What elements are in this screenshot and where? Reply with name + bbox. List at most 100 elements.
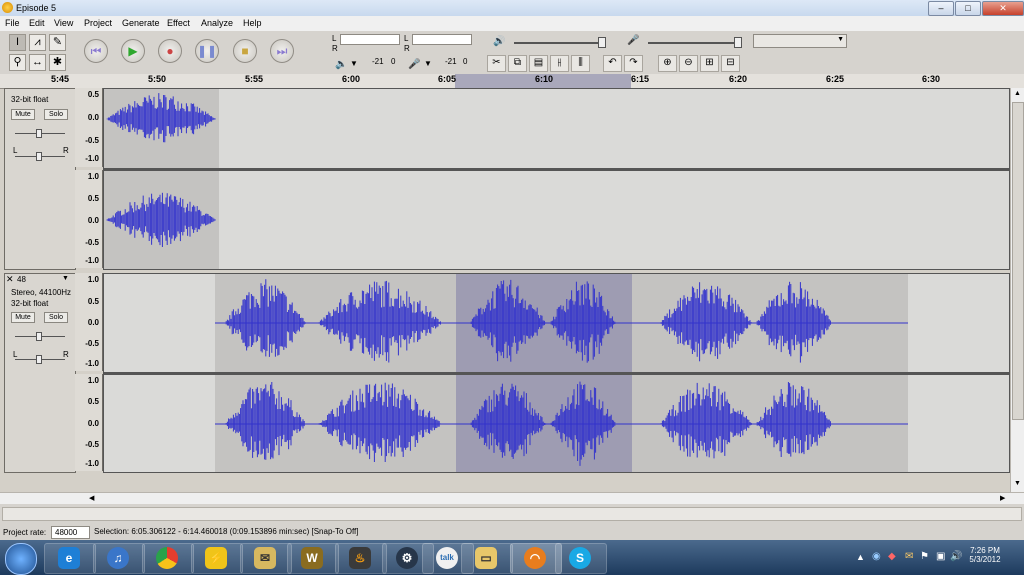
track2-waveform-area[interactable] [103, 273, 1010, 473]
menu-analyze[interactable]: Analyze [201, 18, 233, 28]
track1-pan-knob[interactable] [36, 152, 42, 161]
track1-control-panel[interactable]: 32-bit float Mute Solo L R [4, 88, 76, 270]
tray-flag-icon[interactable]: ⚑ [920, 551, 929, 562]
horizontal-scroll-track[interactable] [101, 494, 996, 502]
scroll-down-icon[interactable]: ▼ [1014, 480, 1021, 487]
scale-label: 0.5 [87, 397, 99, 406]
track2-solo-button[interactable]: Solo [44, 312, 68, 323]
taskbar-app[interactable]: S [555, 543, 607, 574]
track2-mute-button[interactable]: Mute [11, 312, 35, 323]
zoom-tool-icon[interactable]: ⚲ [9, 54, 26, 71]
timeline-ruler[interactable]: 5:45 5:50 5:55 6:00 6:05 6:10 6:15 6:20 … [0, 74, 1024, 89]
menu-view[interactable]: View [54, 18, 73, 28]
output-volume-knob[interactable] [598, 37, 606, 48]
selection-tool-icon[interactable]: I [9, 34, 26, 51]
scroll-left-icon[interactable]: ◀ [89, 494, 94, 502]
minimize-button[interactable]: – [928, 1, 954, 16]
close-button[interactable]: ✕ [982, 1, 1024, 16]
track2-control-panel[interactable]: ✕ 48 ▼ Stereo, 44100Hz 32-bit float Mute… [4, 273, 76, 473]
taskbar-app[interactable]: ⚡ [191, 543, 243, 574]
zoom-in-icon: ⊕ [663, 57, 672, 68]
timeshift-tool-icon[interactable]: ↔ [29, 54, 46, 71]
input-source-select[interactable]: ▼ [753, 34, 847, 48]
zoom-out-icon: ⊖ [684, 57, 693, 68]
taskbar-app[interactable]: ✉ [240, 543, 292, 574]
scale-label: -0.5 [85, 136, 99, 145]
input-volume-icon: 🎤 [627, 35, 640, 46]
scale-label: -1.0 [85, 459, 99, 468]
taskbar-app[interactable]: W [287, 543, 339, 574]
start-orb-icon[interactable] [5, 543, 37, 575]
taskbar-app[interactable]: ▭ [461, 543, 513, 574]
menu-project[interactable]: Project [84, 18, 112, 28]
track2-name[interactable]: 48 [17, 275, 26, 284]
tray-security-icon[interactable]: ◆ [888, 551, 896, 562]
menu-generate[interactable]: Generate [122, 18, 160, 28]
dropdown-arrow-icon[interactable]: ▼ [424, 59, 432, 68]
menu-help[interactable]: Help [243, 18, 262, 28]
input-volume-slider[interactable] [648, 42, 740, 44]
zoom-in-button[interactable]: ⊕ [658, 55, 677, 72]
taskbar-app[interactable]: e [44, 543, 96, 574]
multi-tool-icon[interactable]: ✱ [49, 54, 66, 71]
menu-file[interactable]: File [5, 18, 20, 28]
play-button[interactable]: ▶ [121, 39, 145, 63]
track1-solo-button[interactable]: Solo [44, 109, 68, 120]
ruler-tick: 6:00 [342, 74, 361, 84]
chrome-icon [156, 547, 178, 569]
taskbar-app[interactable] [142, 543, 194, 574]
output-volume-slider[interactable] [514, 42, 606, 44]
menu-edit[interactable]: Edit [29, 18, 45, 28]
track1-gain-knob[interactable] [36, 129, 42, 138]
record-button[interactable]: ● [158, 39, 182, 63]
draw-tool-icon[interactable]: ✎ [49, 34, 66, 51]
redo-button[interactable]: ↷ [624, 55, 643, 72]
track1-bottom-scale: 1.0 0.5 0.0 -0.5 -1.0 [75, 170, 103, 268]
menu-effect[interactable]: Effect [167, 18, 190, 28]
scroll-up-icon[interactable]: ▲ [1014, 90, 1021, 97]
winamp-icon: ⚡ [205, 547, 227, 569]
track1-waveform-area[interactable] [103, 88, 1010, 270]
taskbar-app[interactable]: ♫ [93, 543, 145, 574]
paste-button[interactable]: ▤ [529, 55, 548, 72]
trim-button[interactable]: ⫲ [550, 55, 569, 72]
vertical-scroll-thumb[interactable] [1012, 102, 1024, 420]
track1-pan-left: L [13, 146, 18, 155]
taskbar: e ♫ ⚡ ✉ W ♨ ⚙ talk ▭ ◠ S ▲ ◉ ◆ ✉ ⚑ ▣ 🔊 [0, 540, 1024, 575]
track2-gain-knob[interactable] [36, 332, 42, 341]
taskbar-app[interactable]: ♨ [335, 543, 387, 574]
track2-format: Stereo, 44100Hz [11, 288, 72, 297]
tray-network-icon[interactable]: ◉ [872, 551, 881, 562]
envelope-tool-icon[interactable]: ⩘ [29, 34, 46, 51]
show-hidden-icons-icon[interactable]: ▲ [856, 552, 865, 562]
track2-close-icon[interactable]: ✕ [6, 274, 14, 285]
vertical-scrollbar[interactable]: ▲ ▼ [1010, 88, 1024, 492]
tray-display-icon[interactable]: ▣ [936, 551, 945, 562]
track1-mute-button[interactable]: Mute [11, 109, 35, 120]
tray-mail-icon[interactable]: ✉ [905, 551, 913, 562]
fit-selection-button[interactable]: ⊞ [700, 55, 719, 72]
scroll-right-icon[interactable]: ▶ [1000, 494, 1005, 502]
project-rate-field[interactable]: 48000 [51, 526, 90, 539]
copy-button[interactable]: ⧉ [508, 55, 527, 72]
microphone-icon: 🎤 [408, 59, 421, 70]
skip-end-button[interactable]: ⏭ [270, 39, 294, 63]
dropdown-arrow-icon[interactable]: ▼ [350, 59, 358, 68]
zoom-out-button[interactable]: ⊖ [679, 55, 698, 72]
fit-project-icon: ⊟ [726, 57, 735, 68]
undo-button[interactable]: ↶ [603, 55, 622, 72]
track2-menu-arrow-icon[interactable]: ▼ [62, 275, 69, 282]
skip-start-button[interactable]: ⏮ [84, 39, 108, 63]
input-volume-knob[interactable] [734, 37, 742, 48]
track2-pan-knob[interactable] [36, 355, 42, 364]
pause-button[interactable]: ❚❚ [195, 39, 219, 63]
maximize-button[interactable]: □ [955, 1, 981, 16]
fit-project-button[interactable]: ⊟ [721, 55, 740, 72]
redo-icon: ↷ [629, 57, 638, 68]
clock-time: 7:26 PM [970, 546, 1000, 555]
scale-label: 0.5 [87, 297, 99, 306]
taskbar-clock[interactable]: 7:26 PM 5/3/2012 [955, 546, 1015, 564]
stop-button[interactable]: ■ [233, 39, 257, 63]
cut-button[interactable]: ✂ [487, 55, 506, 72]
silence-button[interactable]: ⫼ [571, 55, 590, 72]
